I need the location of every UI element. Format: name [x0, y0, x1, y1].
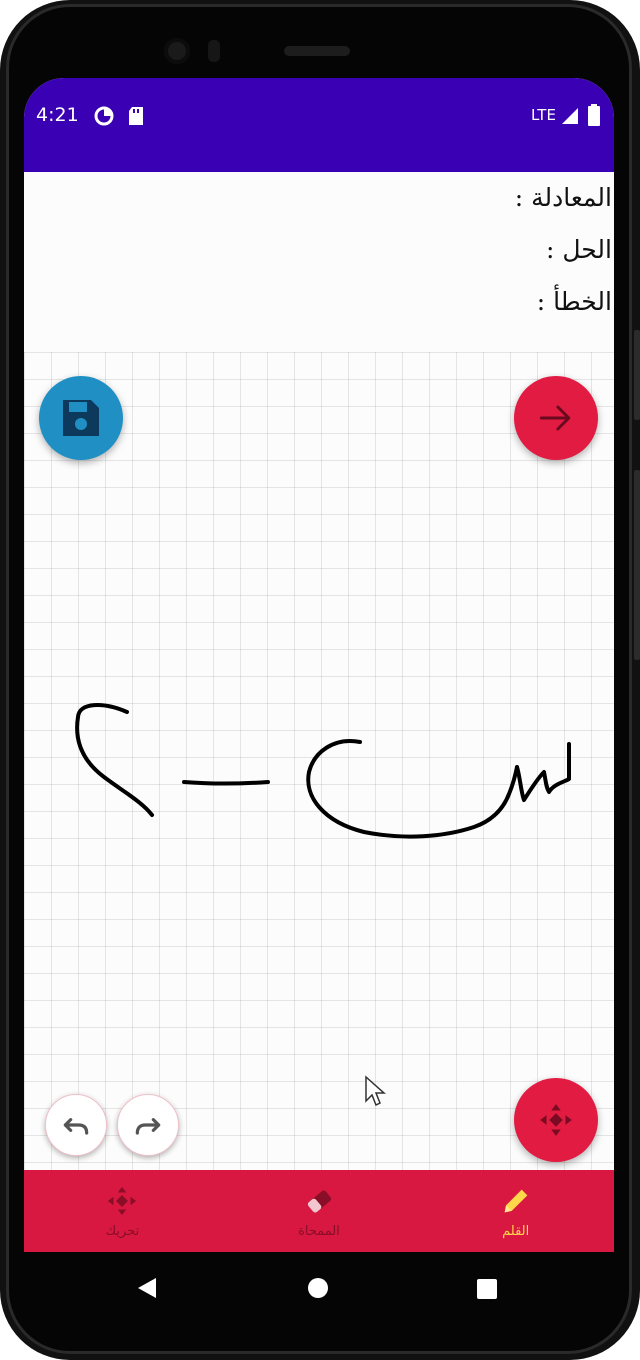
phone-frame: 4:21 LTE المعادلة : الحل : الخطأ: تحريك…: [0, 0, 640, 1360]
mouse-cursor-icon: [365, 1075, 386, 1107]
screen: 4:21 LTE المعادلة : الحل : الخطأ: تحريك…: [24, 78, 614, 1252]
stroke-digit: [75, 703, 154, 817]
pencil-icon: [504, 1189, 528, 1213]
system-navigation-bar: [24, 1252, 614, 1326]
floppy-disk-icon: [63, 400, 99, 436]
home-icon[interactable]: [308, 1278, 328, 1298]
stroke-letter: [306, 739, 571, 839]
signal-icon: [562, 108, 578, 124]
nav-item-move[interactable]: تحريك: [24, 1170, 221, 1252]
data-saver-icon: [94, 106, 114, 126]
next-button[interactable]: [514, 376, 598, 460]
sd-card-icon: [129, 107, 143, 125]
back-icon[interactable]: [136, 1276, 158, 1300]
nav-label-pen: القلم: [502, 1224, 530, 1239]
move-button[interactable]: [514, 1078, 598, 1162]
status-bar: 4:21 LTE: [24, 78, 614, 172]
earpiece-speaker: [284, 46, 350, 56]
arrow-right-icon: [539, 405, 571, 431]
battery-icon: [588, 104, 600, 126]
recents-icon[interactable]: [477, 1279, 497, 1299]
nav-label-eraser: الممحاة: [298, 1224, 340, 1239]
undo-button[interactable]: [45, 1094, 107, 1156]
nav-item-eraser[interactable]: الممحاة: [221, 1170, 418, 1252]
nav-label-move: تحريك: [105, 1224, 140, 1239]
stroke-minus: [182, 780, 270, 786]
move-arrows-icon: [108, 1186, 137, 1216]
move-arrows-icon: [540, 1104, 572, 1136]
nav-item-pen[interactable]: القلم: [417, 1170, 614, 1252]
bottom-navigation: تحريك الممحاة القلم: [24, 1170, 614, 1252]
proximity-sensor: [208, 40, 220, 62]
drawing-area[interactable]: المعادلة : الحل : الخطأ :: [24, 172, 614, 1170]
undo-icon: [63, 1118, 89, 1135]
front-camera-icon: [164, 38, 190, 64]
eraser-icon: [307, 1190, 332, 1213]
network-type: LTE: [531, 106, 556, 124]
power-button: [634, 330, 640, 420]
redo-icon: [135, 1118, 161, 1135]
status-time: 4:21: [36, 104, 79, 126]
volume-button: [634, 470, 640, 660]
handwriting-strokes: [75, 703, 571, 839]
redo-button[interactable]: [117, 1094, 179, 1156]
save-button[interactable]: [39, 376, 123, 460]
